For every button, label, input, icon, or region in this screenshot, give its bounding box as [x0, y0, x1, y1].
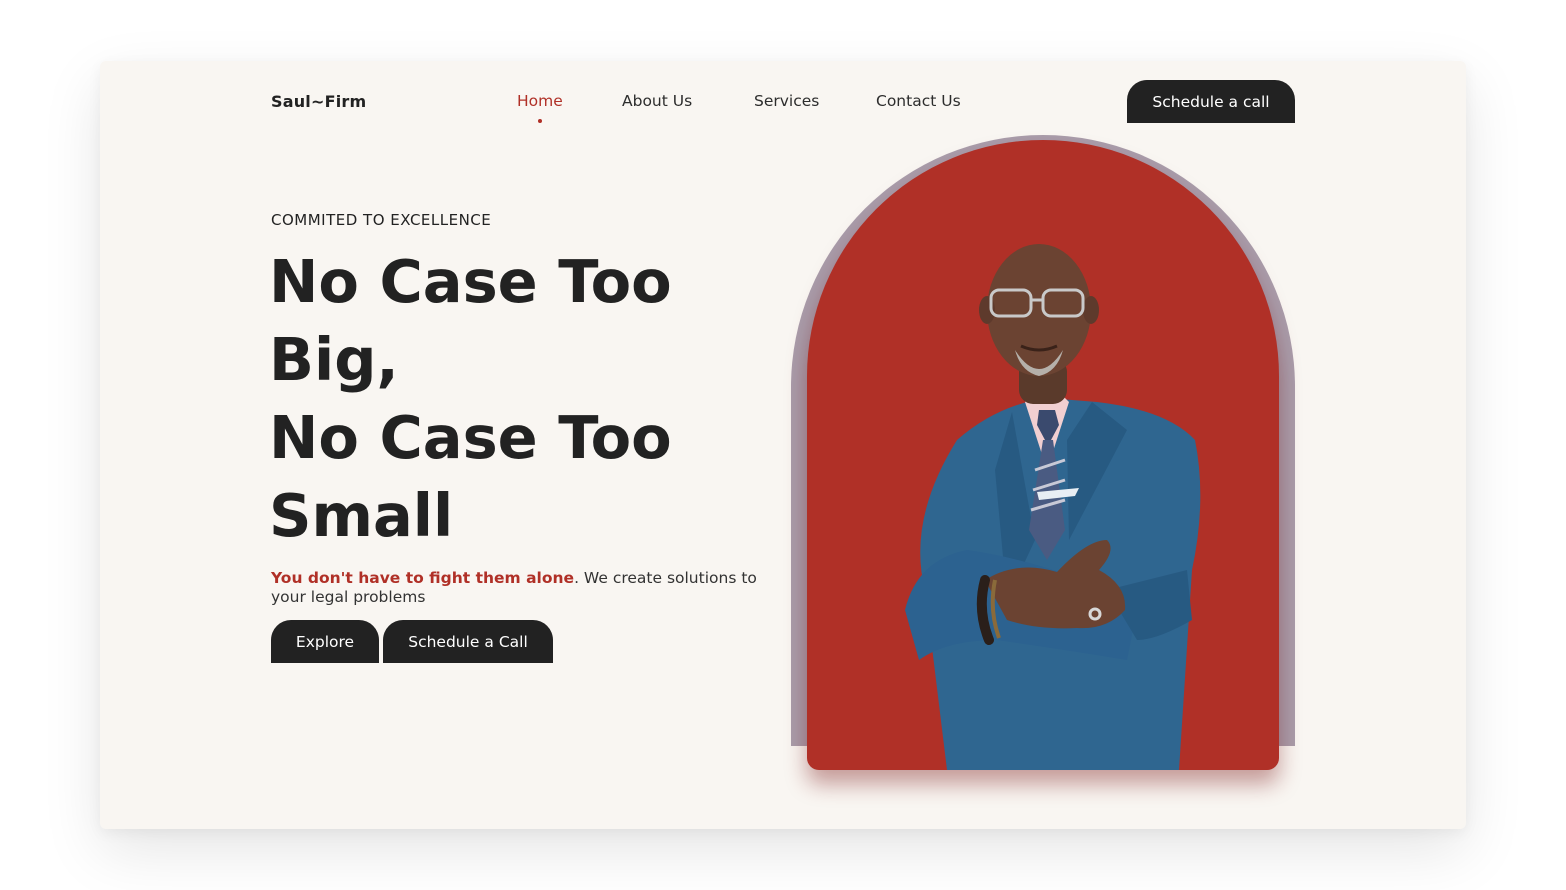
hero-card: Saul~Firm Home About Us Services Contact…: [100, 61, 1466, 829]
hero-headline: No Case Too Big, No Case Too Small: [269, 243, 789, 555]
explore-button[interactable]: Explore: [271, 620, 379, 663]
hero-eyebrow: COMMITED TO EXCELLENCE: [271, 211, 492, 229]
nav-item-label: Contact Us: [876, 92, 961, 110]
nav-item-about-us[interactable]: About Us: [622, 92, 692, 110]
nav-item-services[interactable]: Services: [754, 92, 819, 110]
nav-item-label: Home: [517, 92, 563, 110]
nav-item-label: About Us: [622, 92, 693, 110]
schedule-call-header-button[interactable]: Schedule a call: [1127, 80, 1295, 123]
headline-line: No Case Too: [269, 247, 672, 316]
headline-line: No Case Too: [269, 403, 672, 472]
hero-subtext: You don't have to fight them alone. We c…: [271, 569, 761, 607]
nav-item-label: Services: [754, 92, 820, 110]
hero-portrait-frame: [807, 140, 1279, 770]
headline-line: Small: [269, 481, 454, 550]
active-indicator-dot: [537, 119, 542, 123]
person-in-suit-photo-icon: [905, 244, 1201, 770]
nav-item-contact-us[interactable]: Contact Us: [876, 92, 961, 110]
brand-logo[interactable]: Saul~Firm: [271, 92, 366, 111]
hero-subtext-accent: You don't have to fight them alone: [271, 569, 575, 587]
headline-line: Big,: [269, 325, 399, 394]
schedule-call-button[interactable]: Schedule a Call: [383, 620, 553, 663]
nav-item-home[interactable]: Home: [517, 92, 563, 123]
